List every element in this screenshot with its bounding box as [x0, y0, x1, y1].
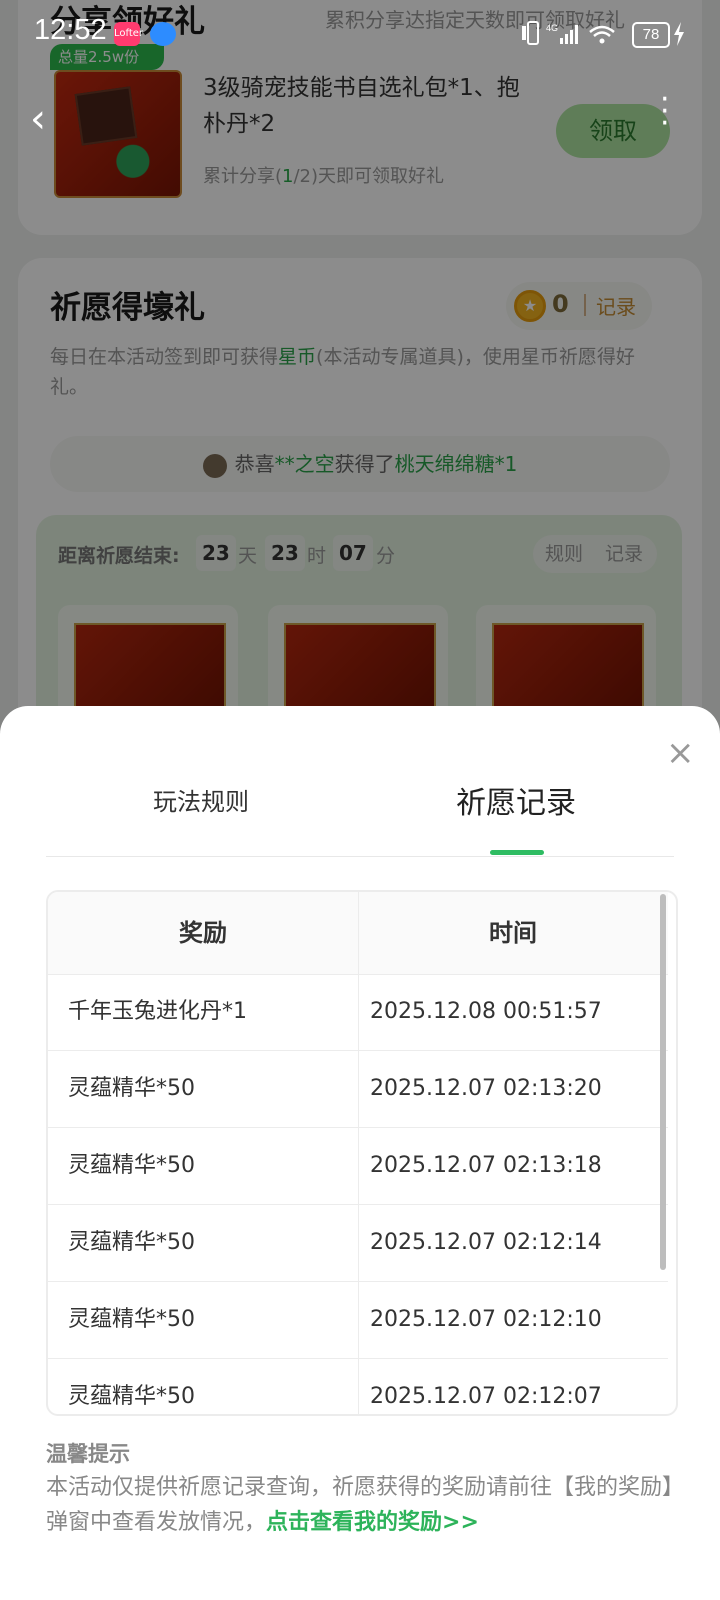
reward-cell: 灵蕴精华*50: [68, 1384, 195, 1409]
column-divider: [358, 892, 359, 1414]
time-cell: 2025.12.07 02:12:14: [370, 1230, 602, 1255]
tab-records[interactable]: 祈愿记录: [456, 778, 576, 822]
network-type: 4G: [546, 23, 558, 33]
time-cell: 2025.12.07 02:13:20: [370, 1076, 602, 1101]
reward-cell: 灵蕴精华*50: [68, 1307, 195, 1332]
signal-wifi-icon: 4G: [522, 21, 615, 45]
close-icon[interactable]: ×: [666, 736, 695, 770]
back-arrow-icon[interactable]: ‹: [30, 96, 46, 142]
header-reward: 奖励: [179, 919, 227, 947]
notification-browser-icon: [150, 22, 176, 46]
reward-cell: 灵蕴精华*50: [68, 1153, 195, 1178]
status-time: 12:52: [34, 14, 107, 46]
records-table[interactable]: 奖励 时间 千年玉兔进化丹*1 2025.12.08 00:51:57 灵蕴精华…: [46, 890, 678, 1416]
more-icon[interactable]: · · ·: [660, 85, 670, 139]
time-cell: 2025.12.07 02:12:07: [370, 1384, 602, 1409]
active-tab-indicator: [490, 850, 544, 855]
reward-cell: 千年玉兔进化丹*1: [68, 999, 247, 1024]
tab-divider: [46, 856, 674, 857]
record-modal: × 玩法规则 祈愿记录 奖励 时间 千年玉兔进化丹*1 2025.12.08 0…: [0, 706, 720, 1600]
charging-icon: [674, 22, 684, 46]
status-indicators: 4G 78: [520, 20, 690, 50]
battery-icon: 78: [632, 22, 670, 48]
header-time: 时间: [489, 919, 537, 947]
time-cell: 2025.12.07 02:13:18: [370, 1153, 602, 1178]
tab-rules[interactable]: 玩法规则: [153, 782, 249, 817]
time-cell: 2025.12.08 00:51:57: [370, 999, 602, 1024]
reward-cell: 灵蕴精华*50: [68, 1230, 195, 1255]
tips-title: 温馨提示: [46, 1442, 130, 1466]
reward-cell: 灵蕴精华*50: [68, 1076, 195, 1101]
table-scrollbar[interactable]: [660, 894, 666, 1270]
time-cell: 2025.12.07 02:12:10: [370, 1307, 602, 1332]
my-rewards-link[interactable]: 点击查看我的奖励>>: [266, 1510, 479, 1535]
tips-body: 本活动仅提供祈愿记录查询，祈愿获得的奖励请前往【我的奖励】弹窗中查看发放情况，点…: [46, 1475, 674, 1535]
notification-app-icon: Lofter: [114, 22, 143, 46]
